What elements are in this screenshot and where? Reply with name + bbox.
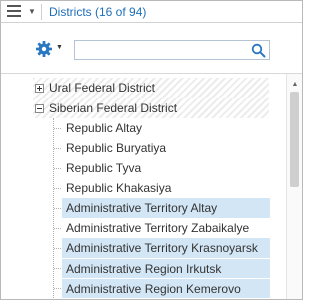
tree-connector [54, 248, 61, 249]
search-field[interactable] [74, 40, 270, 60]
chevron-down-icon: ▼ [56, 44, 63, 51]
scroll-thumb[interactable] [290, 92, 299, 187]
tree-item-label: Republic Khakasiya [66, 181, 172, 195]
district-tree: Ural Federal District Siberian Federal D… [1, 74, 284, 299]
tree-group-label: Ural Federal District [49, 81, 156, 95]
tree-item[interactable]: Republic Buryatiya [62, 138, 270, 158]
settings-menu-button[interactable]: ▼ [35, 40, 65, 60]
scroll-up-arrow-icon[interactable]: ▲ [287, 80, 303, 90]
tree-group-label: Siberian Federal District [49, 101, 178, 115]
caret-down-icon[interactable]: ▼ [25, 3, 39, 20]
tree-connector [54, 228, 61, 229]
tree-connector [54, 168, 61, 169]
tree-item-label: Republic Tyva [66, 161, 142, 175]
tree-item[interactable]: Administrative Territory Zabaikalye [62, 218, 270, 238]
hamburger-icon[interactable] [7, 5, 21, 18]
tree-connector [54, 288, 61, 289]
tree-item[interactable]: Republic Altay [62, 118, 270, 138]
tree-connector [54, 148, 61, 149]
tree-item-label: Administrative Region Kemerovo [66, 282, 241, 296]
tree-item-selected[interactable]: Administrative Territory Altay [62, 198, 270, 218]
search-input[interactable] [79, 42, 245, 58]
tree-item-selected[interactable]: Administrative Region Kemerovo [62, 278, 270, 298]
gear-icon [36, 41, 52, 57]
tree-connector [54, 208, 61, 209]
vertical-scrollbar[interactable]: ▲ [286, 74, 302, 299]
tree-connector [54, 128, 61, 129]
tree-item-label: Administrative Territory Zabaikalye [66, 221, 250, 235]
title-divider [41, 4, 42, 20]
tree-item-label: Administrative Territory Altay [66, 201, 218, 215]
collapse-minus-icon[interactable] [35, 104, 44, 113]
tree-item[interactable]: Republic Tyva [62, 158, 270, 178]
tree-item-selected[interactable]: Administrative Territory Krasnoyarsk [62, 238, 270, 258]
tree-group-ural[interactable]: Ural Federal District [33, 78, 269, 98]
tree-group-siberian[interactable]: Siberian Federal District [33, 98, 269, 118]
tree-connector [54, 188, 61, 189]
expand-plus-icon[interactable] [35, 84, 44, 93]
tree-item-label: Republic Buryatiya [66, 141, 167, 155]
tree-item-selected[interactable]: Administrative Region Irkutsk [62, 258, 270, 278]
tree-connector [54, 268, 61, 269]
tree-item[interactable]: Republic Khakasiya [62, 178, 270, 198]
tree-item-label: Administrative Region Irkutsk [66, 262, 222, 276]
tree-item-label: Republic Altay [66, 121, 143, 135]
panel-title: Districts (16 of 94) [49, 5, 147, 19]
tree-item-label: Administrative Territory Krasnoyarsk [66, 241, 258, 255]
title-bar: ▼ Districts (16 of 94) [1, 1, 302, 23]
search-icon[interactable] [251, 43, 266, 58]
districts-panel: ▼ Districts (16 of 94) ▼ Ural Federal Di… [0, 0, 303, 300]
